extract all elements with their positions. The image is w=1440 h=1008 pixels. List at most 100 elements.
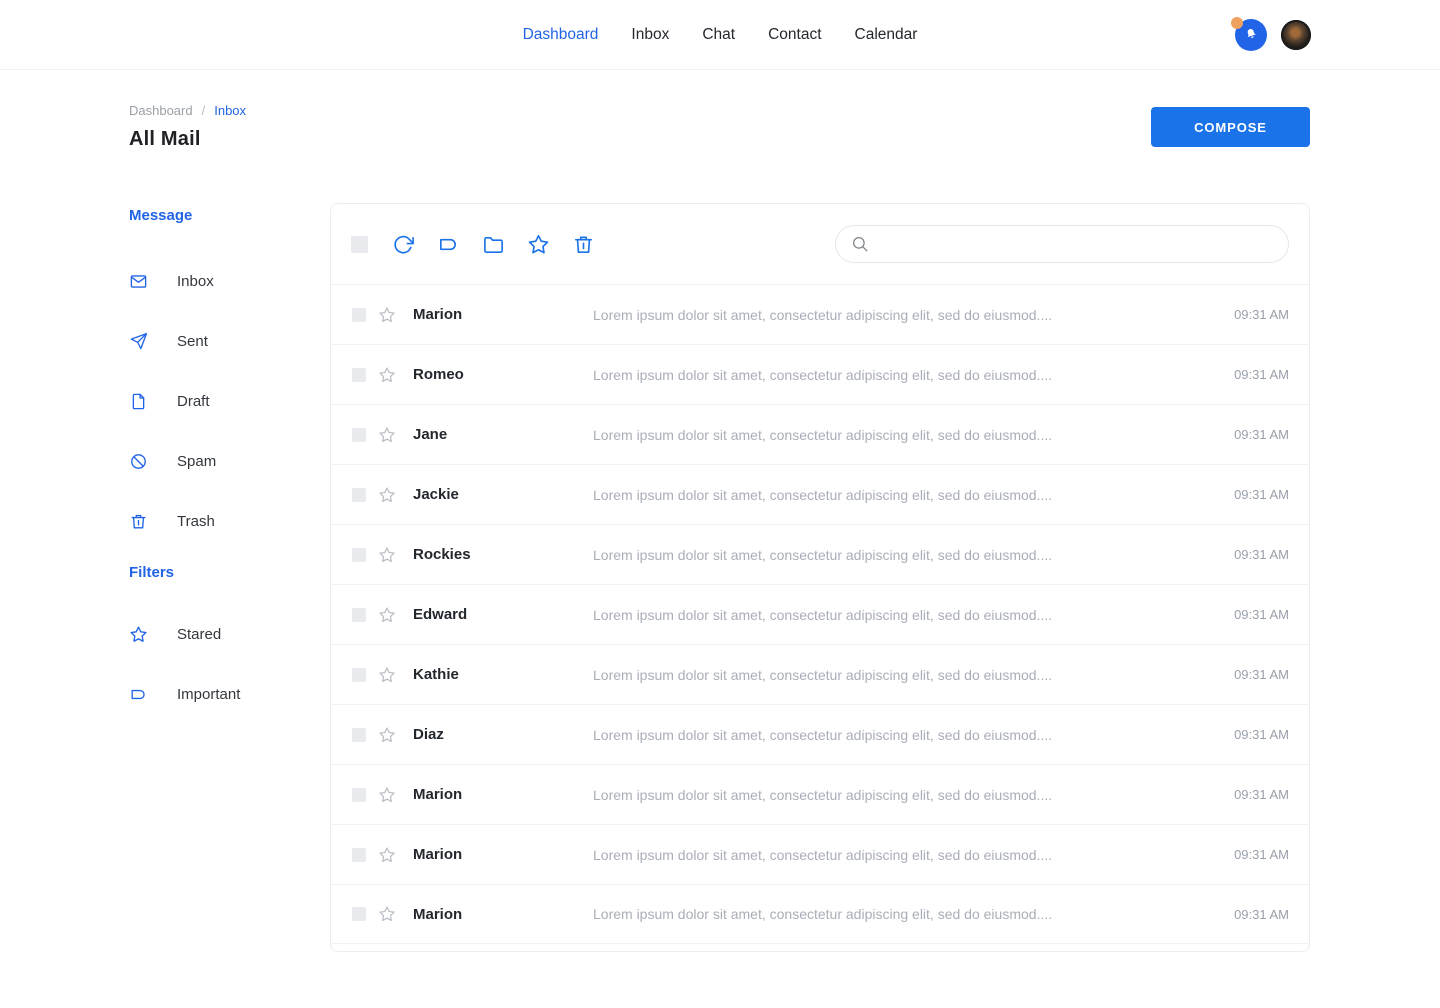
page-title: All Mail bbox=[129, 128, 246, 151]
star-icon[interactable] bbox=[378, 606, 396, 624]
row-checkbox[interactable] bbox=[352, 728, 366, 742]
search-box bbox=[835, 225, 1289, 263]
sidebar-item-trash[interactable]: Trash bbox=[129, 511, 330, 531]
email-row[interactable]: Edward Lorem ipsum dolor sit amet, conse… bbox=[331, 584, 1309, 644]
email-row[interactable]: Jackie Lorem ipsum dolor sit amet, conse… bbox=[331, 464, 1309, 524]
notifications-button[interactable] bbox=[1235, 19, 1267, 51]
nav-item-calendar[interactable]: Calendar bbox=[855, 26, 918, 44]
star-icon[interactable] bbox=[378, 486, 396, 504]
star-button[interactable] bbox=[527, 233, 550, 256]
user-avatar[interactable] bbox=[1281, 20, 1311, 50]
star-icon[interactable] bbox=[378, 426, 396, 444]
folder-icon bbox=[482, 233, 505, 256]
nav-item-inbox[interactable]: Inbox bbox=[631, 26, 669, 44]
email-sender: Romeo bbox=[413, 366, 593, 383]
compose-button[interactable]: COMPOSE bbox=[1151, 107, 1310, 147]
sidebar-item-label: Draft bbox=[177, 393, 210, 410]
email-preview: Lorem ipsum dolor sit amet, consectetur … bbox=[593, 487, 1218, 503]
email-row[interactable]: Marion Lorem ipsum dolor sit amet, conse… bbox=[331, 884, 1309, 944]
row-checkbox[interactable] bbox=[352, 488, 366, 502]
star-icon[interactable] bbox=[378, 846, 396, 864]
email-row[interactable]: Kathie Lorem ipsum dolor sit amet, conse… bbox=[331, 644, 1309, 704]
star-icon[interactable] bbox=[378, 366, 396, 384]
row-checkbox[interactable] bbox=[352, 788, 366, 802]
email-preview: Lorem ipsum dolor sit amet, consectetur … bbox=[593, 727, 1218, 743]
email-time: 09:31 AM bbox=[1234, 367, 1289, 382]
label-button[interactable] bbox=[437, 233, 460, 256]
sidebar-item-inbox[interactable]: Inbox bbox=[129, 271, 330, 291]
email-preview: Lorem ipsum dolor sit amet, consectetur … bbox=[593, 427, 1218, 443]
top-bar-actions bbox=[1235, 19, 1311, 51]
select-all-checkbox[interactable] bbox=[351, 236, 368, 253]
sidebar-item-sent[interactable]: Sent bbox=[129, 331, 330, 351]
email-sender: Edward bbox=[413, 606, 593, 623]
nav-item-chat[interactable]: Chat bbox=[702, 26, 735, 44]
mail-card: Marion Lorem ipsum dolor sit amet, conse… bbox=[330, 203, 1310, 952]
email-row[interactable]: Marion Lorem ipsum dolor sit amet, conse… bbox=[331, 284, 1309, 344]
email-row[interactable]: Diaz Lorem ipsum dolor sit amet, consect… bbox=[331, 704, 1309, 764]
email-time: 09:31 AM bbox=[1234, 427, 1289, 442]
sidebar-item-label: Sent bbox=[177, 333, 208, 350]
email-row[interactable]: Romeo Lorem ipsum dolor sit amet, consec… bbox=[331, 344, 1309, 404]
star-icon[interactable] bbox=[378, 666, 396, 684]
row-checkbox[interactable] bbox=[352, 428, 366, 442]
star-icon bbox=[527, 233, 550, 256]
draft-icon bbox=[129, 392, 148, 411]
refresh-button[interactable] bbox=[392, 233, 415, 256]
sidebar-item-draft[interactable]: Draft bbox=[129, 391, 330, 411]
row-checkbox[interactable] bbox=[352, 848, 366, 862]
row-checkbox[interactable] bbox=[352, 308, 366, 322]
email-row[interactable]: Rockies Lorem ipsum dolor sit amet, cons… bbox=[331, 524, 1309, 584]
page-header: Dashboard / Inbox All Mail COMPOSE bbox=[129, 103, 1310, 151]
top-bar: Dashboard Inbox Chat Contact Calendar bbox=[0, 0, 1440, 70]
delete-button[interactable] bbox=[572, 233, 595, 256]
sidebar-item-stared[interactable]: Stared bbox=[129, 624, 330, 644]
email-sender: Jane bbox=[413, 426, 593, 443]
sidebar-item-important[interactable]: Important bbox=[129, 684, 330, 704]
sidebar-item-spam[interactable]: Spam bbox=[129, 451, 330, 471]
nav-item-contact[interactable]: Contact bbox=[768, 26, 821, 44]
search-input[interactable] bbox=[878, 235, 1273, 253]
email-time: 09:31 AM bbox=[1234, 667, 1289, 682]
email-preview: Lorem ipsum dolor sit amet, consectetur … bbox=[593, 906, 1218, 922]
email-preview: Lorem ipsum dolor sit amet, consectetur … bbox=[593, 367, 1218, 383]
email-sender: Kathie bbox=[413, 666, 593, 683]
email-sender: Marion bbox=[413, 846, 593, 863]
email-sender: Marion bbox=[413, 306, 593, 323]
star-icon[interactable] bbox=[378, 905, 396, 923]
breadcrumb-separator: / bbox=[202, 103, 206, 118]
email-preview: Lorem ipsum dolor sit amet, consectetur … bbox=[593, 787, 1218, 803]
email-preview: Lorem ipsum dolor sit amet, consectetur … bbox=[593, 607, 1218, 623]
row-checkbox[interactable] bbox=[352, 368, 366, 382]
email-preview: Lorem ipsum dolor sit amet, consectetur … bbox=[593, 547, 1218, 563]
move-to-folder-button[interactable] bbox=[482, 233, 505, 256]
page: Dashboard / Inbox All Mail COMPOSE Message… bbox=[0, 103, 1440, 952]
row-checkbox[interactable] bbox=[352, 608, 366, 622]
row-checkbox[interactable] bbox=[352, 668, 366, 682]
email-time: 09:31 AM bbox=[1234, 907, 1289, 922]
nav-item-dashboard[interactable]: Dashboard bbox=[523, 26, 599, 44]
email-row[interactable]: Marion Lorem ipsum dolor sit amet, conse… bbox=[331, 764, 1309, 824]
breadcrumb-item-inbox[interactable]: Inbox bbox=[214, 103, 246, 118]
row-checkbox[interactable] bbox=[352, 907, 366, 921]
envelope-icon bbox=[129, 272, 148, 291]
send-icon bbox=[129, 332, 148, 351]
email-time: 09:31 AM bbox=[1234, 487, 1289, 502]
email-sender: Diaz bbox=[413, 726, 593, 743]
email-row[interactable]: Marion Lorem ipsum dolor sit amet, conse… bbox=[331, 824, 1309, 884]
email-sender: Marion bbox=[413, 906, 593, 923]
sidebar: Message Inbox Sent Draft Spam Trash bbox=[129, 203, 330, 952]
email-row[interactable]: Jane Lorem ipsum dolor sit amet, consect… bbox=[331, 404, 1309, 464]
tag-icon bbox=[129, 685, 148, 704]
star-icon[interactable] bbox=[378, 306, 396, 324]
spam-icon bbox=[129, 452, 148, 471]
star-icon[interactable] bbox=[378, 786, 396, 804]
trash-icon bbox=[572, 233, 595, 256]
mail-toolbar bbox=[331, 204, 1309, 284]
sidebar-section-filters: Filters Stared Important bbox=[129, 564, 330, 704]
star-icon[interactable] bbox=[378, 546, 396, 564]
star-icon[interactable] bbox=[378, 726, 396, 744]
row-checkbox[interactable] bbox=[352, 548, 366, 562]
breadcrumb-item-dashboard[interactable]: Dashboard bbox=[129, 103, 193, 118]
content: Message Inbox Sent Draft Spam Trash bbox=[129, 203, 1310, 952]
